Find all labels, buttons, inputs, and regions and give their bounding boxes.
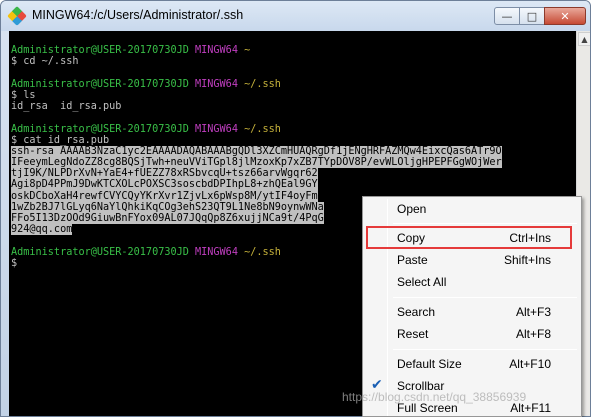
prompt-path: ~ [244, 45, 251, 57]
key-line[interactable]: tjI9K/NLPDrXvN+YaE4+fUEZZ78xRSbvcqU+tsz6… [11, 168, 576, 180]
minimize-icon: — [501, 9, 513, 23]
prompt-host: MINGW64 [195, 78, 238, 90]
key-line[interactable]: Agi8pD4PPmJ9DwKTCXOLcPOXSC3soscbdDPIhpL8… [11, 179, 576, 191]
prompt-line: Administrator@USER-20170730JD MINGW64 ~/… [11, 124, 576, 135]
selected-key-text[interactable]: oskDCboXaH4rewfCVYCQyYKrXvr1ZjvLx6pWsp8M… [11, 190, 318, 202]
menu-separator [393, 297, 577, 298]
selected-key-text[interactable]: IFeeymLegNdoZZ8cg8BQSjTwh+neuVViTGpl8jlM… [11, 157, 502, 169]
menu-item-label: Default Size [397, 357, 462, 371]
title-bar[interactable]: MINGW64:/c/Users/Administrator/.ssh — □ … [1, 1, 590, 31]
maximize-icon: □ [526, 9, 538, 23]
selected-key-text[interactable]: ssh-rsa AAAAB3NzaC1yc2EAAAADAQABAAABgQDl… [11, 145, 502, 158]
prompt-user: Administrator@USER-20170730JD [11, 78, 189, 90]
ls-output: id_rsa id_rsa.pub [11, 101, 122, 113]
prompt-line: Administrator@USER-20170730JD MINGW64 ~/… [11, 79, 576, 90]
chevron-up-icon: ▲ [581, 34, 588, 44]
menu-item-shortcut: Ctrl+Ins [509, 231, 551, 245]
command-line: $ cd ~/.ssh [11, 56, 79, 68]
prompt-host: MINGW64 [195, 123, 238, 135]
menu-item-select-all[interactable]: Select All [365, 271, 579, 293]
mingw-app-icon[interactable] [7, 6, 27, 26]
key-line[interactable]: IFeeymLegNdoZZ8cg8BQSjTwh+neuVViTGpl8jlM… [11, 157, 576, 169]
watermark: https://blog.csdn.net/qq_38856939 [342, 390, 527, 404]
minimize-button[interactable]: — [494, 7, 520, 25]
prompt-host: MINGW64 [195, 45, 238, 57]
menu-item-shortcut: Alt+F8 [515, 327, 551, 341]
menu-item-label: Paste [397, 253, 428, 267]
prompt-user: Administrator@USER-20170730JD [11, 123, 189, 135]
menu-item-shortcut: Shift+Ins [503, 253, 551, 267]
maximize-button[interactable]: □ [519, 7, 545, 25]
window-title: MINGW64:/c/Users/Administrator/.ssh [32, 8, 244, 22]
prompt-path: ~/.ssh [244, 123, 281, 135]
menu-separator [393, 349, 577, 350]
menu-item-search[interactable]: Search Alt+F3 [365, 301, 579, 323]
menu-item-paste[interactable]: Paste Shift+Ins [365, 249, 579, 271]
menu-item-reset[interactable]: Reset Alt+F8 [365, 323, 579, 345]
context-menu: Open Copy Ctrl+Ins Paste Shift+Ins Selec… [362, 196, 582, 417]
menu-item-label: Search [397, 305, 436, 319]
prompt-user: Administrator@USER-20170730JD [11, 45, 189, 57]
menu-separator [393, 223, 577, 224]
menu-item-shortcut: Alt+F3 [515, 305, 551, 319]
selected-key-text[interactable]: tjI9K/NLPDrXvN+YaE4+fUEZZ78xRSbvcqU+tsz6… [11, 168, 318, 180]
command-line: $ cat id_rsa.pub [11, 134, 110, 146]
selected-key-text[interactable]: Agi8pD4PPmJ9DwKTCXOLcPOXSC3soscbdDPIhpL8… [11, 179, 318, 191]
command-line: $ ls [11, 89, 36, 101]
selected-key-text[interactable]: 924@qq.com [11, 224, 73, 236]
prompt-path: ~/.ssh [244, 246, 281, 258]
prompt-line: Administrator@USER-20170730JD MINGW64 ~ [11, 45, 576, 56]
menu-item-label: Copy [397, 231, 426, 245]
menu-item-shortcut: Alt+F10 [509, 357, 551, 371]
menu-item-label: Select All [397, 275, 447, 289]
menu-item-copy[interactable]: Copy Ctrl+Ins [365, 227, 579, 249]
menu-item-label: Open [397, 202, 427, 216]
close-icon: ✕ [560, 9, 570, 23]
selected-key-text[interactable]: 1wZb2BJ7lGLyq6NaYlQhkiKqCOg3ehS23QT9L1Ne… [11, 201, 324, 214]
menu-item-open[interactable]: Open [365, 198, 579, 220]
key-line[interactable]: ssh-rsa AAAAB3NzaC1yc2EAAAADAQABAAABgQDl… [11, 145, 576, 158]
prompt-host: MINGW64 [195, 246, 238, 258]
prompt-path: ~/.ssh [244, 78, 281, 90]
prompt-user: Administrator@USER-20170730JD [11, 246, 189, 258]
close-button[interactable]: ✕ [544, 7, 586, 25]
scroll-up-button[interactable]: ▲ [578, 32, 590, 46]
menu-item-label: Reset [397, 327, 429, 341]
selected-key-text[interactable]: FFo5I13DzOOd9GiuwBnFYox09AL07JQqQp8Z6xuj… [11, 213, 324, 225]
menu-item-default-size[interactable]: Default Size Alt+F10 [365, 353, 579, 375]
